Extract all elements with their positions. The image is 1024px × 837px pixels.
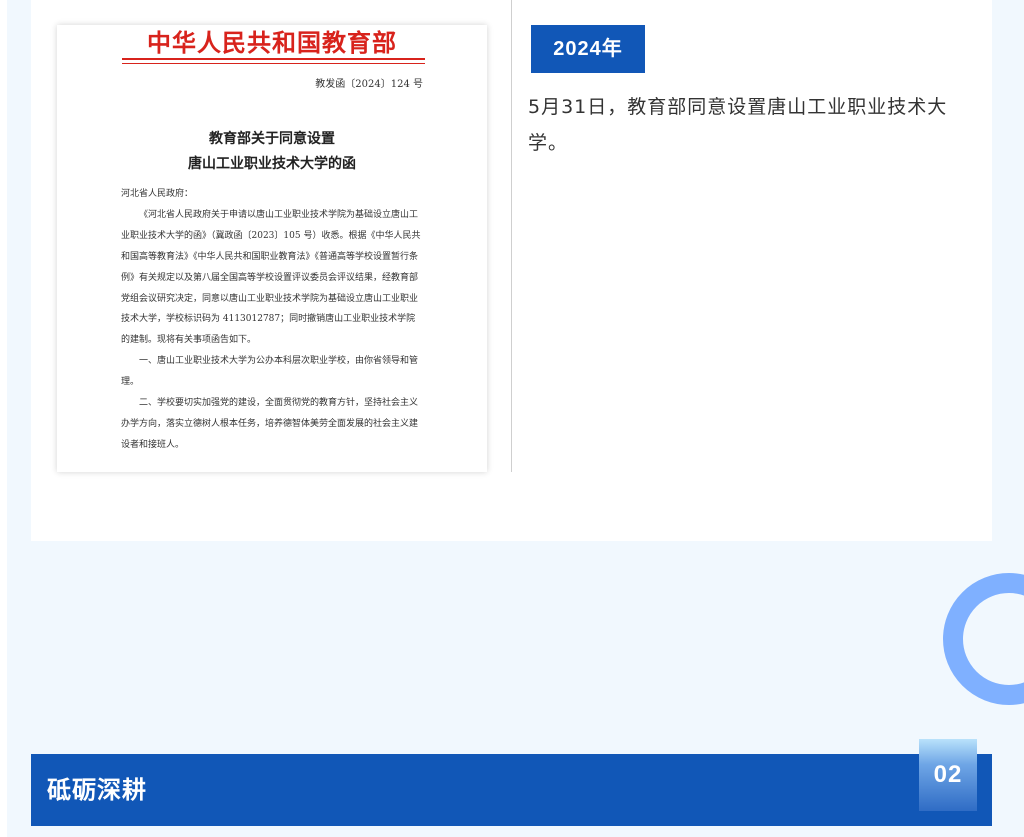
letterhead-rule-thin — [122, 63, 425, 64]
section-number-badge: 02 — [919, 739, 977, 811]
document-paragraph: 《河北省人民政府关于申请以唐山工业职业技术学院为基础设立唐山工业职业技术大学的函… — [121, 209, 421, 346]
document-paragraph: 一、唐山工业职业技术大学为公办本科层次职业学校，由你省领导和管理。 — [121, 356, 419, 388]
section-title: 砥砺深耕 — [47, 776, 147, 804]
document-title-line2: 唐山工业职业技术大学的函 — [188, 156, 356, 172]
ministry-document-image: 中华人民共和国教育部 教发函〔2024〕124 号 教育部关于同意设置 唐山工业… — [57, 25, 487, 472]
document-number: 教发函〔2024〕124 号 — [315, 79, 423, 90]
year-badge: 2024年 — [531, 25, 645, 73]
document-paragraph: 二、学校要切实加强党的建设，全面贯彻党的教育方针，坚持社会主义办学方向，落实立德… — [121, 398, 419, 450]
document-title-line1: 教育部关于同意设置 — [209, 131, 335, 147]
timeline-divider — [511, 0, 512, 472]
document-letterhead: 中华人民共和国教育部 — [147, 28, 397, 57]
letterhead-rule — [122, 58, 425, 60]
section-header-bar: 砥砺深耕 02 — [31, 739, 992, 826]
document-salutation: 河北省人民政府： — [121, 189, 194, 199]
document-body: 河北省人民政府： 《河北省人民政府关于申请以唐山工业职业技术学院为基础设立唐山工… — [121, 184, 424, 456]
left-margin-strip — [0, 0, 7, 837]
document-title: 教育部关于同意设置 唐山工业职业技术大学的函 — [57, 127, 487, 177]
event-description: 5月31日，教育部同意设置唐山工业职业技术大学。 — [528, 96, 948, 154]
decorative-ring — [943, 573, 1024, 705]
